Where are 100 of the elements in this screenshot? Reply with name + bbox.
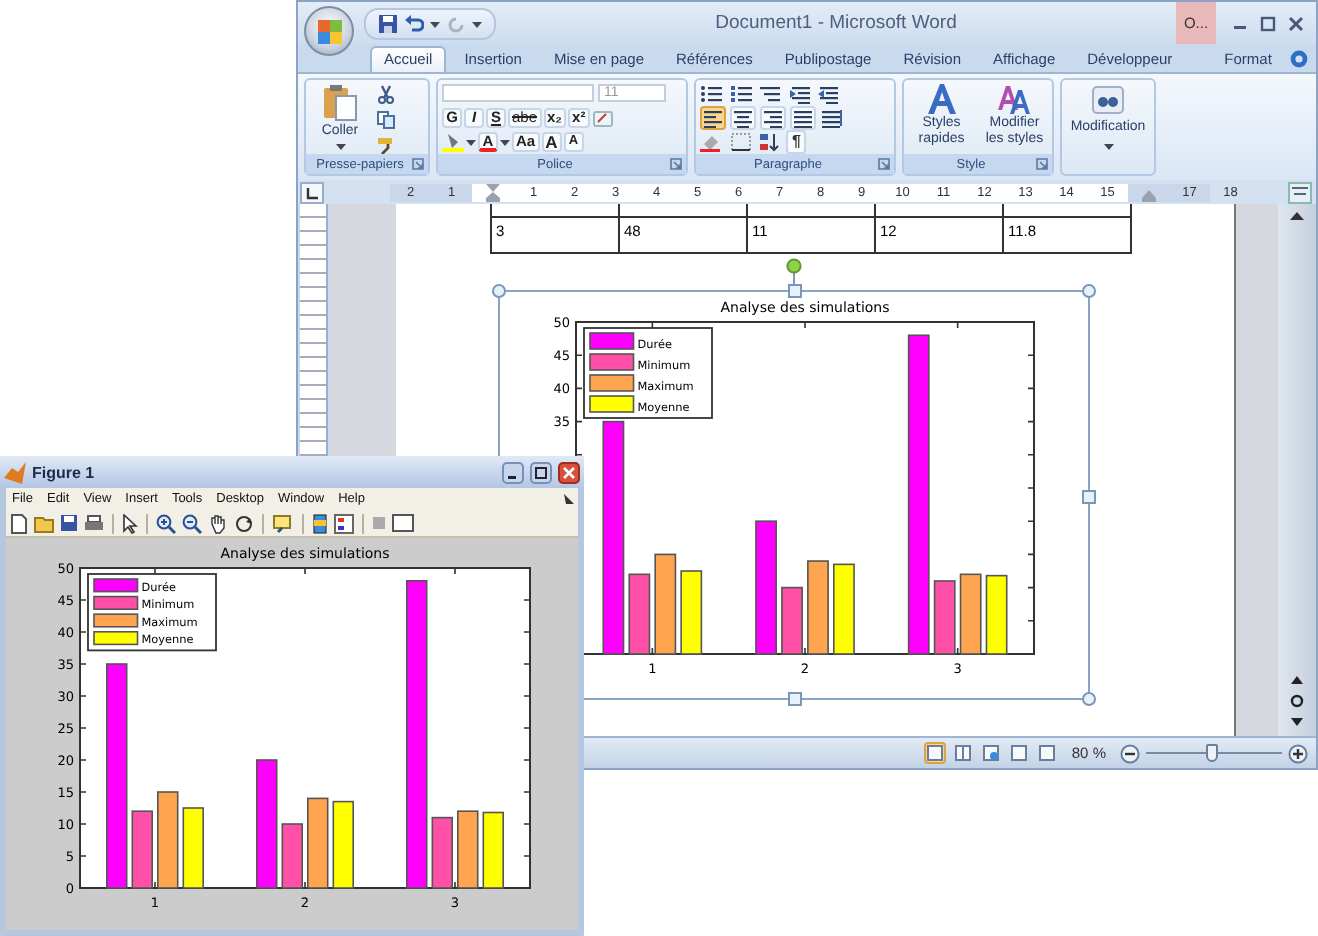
window-title: Document1 - Microsoft Word [713,12,959,34]
chart-bar [332,800,354,889]
zoom-out-icon[interactable] [1120,743,1140,763]
caret-icon[interactable] [466,137,476,145]
web-layout-icon[interactable] [981,744,1000,762]
shading-icon[interactable] [700,131,724,151]
show-formatting-button[interactable]: ¶ [786,129,807,153]
line-spacing-icon[interactable] [820,107,844,127]
pointer-icon[interactable] [122,513,138,533]
binoculars-icon[interactable] [1092,86,1124,114]
chart-bar [482,811,504,889]
chart-bar [307,797,329,889]
show-tools-icon[interactable] [392,514,414,532]
undo-icon[interactable] [404,13,424,33]
dialog-launcher-icon[interactable] [670,158,682,170]
chart-bar [157,791,179,889]
caret-icon[interactable] [1103,142,1113,150]
office-logo-icon [315,17,343,45]
resize-handle[interactable] [1082,691,1096,705]
chart-bar [807,559,829,654]
previous-page-icon[interactable] [1290,674,1304,686]
align-center-icon[interactable] [732,107,754,127]
scissors-icon[interactable] [376,84,396,104]
browse-object-icon[interactable] [1290,694,1304,708]
rotate-handle[interactable] [786,257,802,289]
highlight-icon[interactable] [442,131,464,151]
caret-icon[interactable] [335,142,345,150]
font-name-field[interactable] [442,84,594,102]
chart-bar [182,807,204,889]
chart-bar [781,585,803,654]
zoom-in-icon[interactable] [156,513,176,533]
grow-font-button[interactable]: A [541,131,562,151]
dialog-launcher-icon[interactable] [1036,158,1048,170]
chart-bar [457,810,479,889]
decrease-indent-icon[interactable] [790,83,812,103]
dialog-launcher-icon[interactable] [878,158,890,170]
outline-icon[interactable] [1009,744,1028,762]
chart-bar [833,562,855,654]
caret-icon[interactable] [500,137,510,145]
chart-bar [256,759,278,889]
scroll-up-icon[interactable] [1288,208,1306,224]
indent-marker-icon[interactable] [485,183,500,201]
chart-bar [933,579,956,654]
scrollbar[interactable] [1278,204,1316,736]
chart-bar [985,573,1008,654]
office-button[interactable] [304,6,354,56]
dock-arrow-icon[interactable] [564,494,574,504]
minimize-icon[interactable] [502,461,524,483]
resize-handle[interactable] [492,283,506,297]
print-icon[interactable] [84,513,104,533]
align-left-icon[interactable] [702,107,724,127]
zoom-out-icon[interactable] [182,513,202,533]
tab-stop-icon[interactable] [302,183,322,201]
save-icon[interactable] [60,514,78,532]
copy-icon[interactable] [376,110,396,130]
next-page-icon[interactable] [1290,716,1304,728]
help-icon[interactable] [1290,49,1308,67]
multilevel-list-icon[interactable] [760,83,784,103]
increase-indent-icon[interactable] [818,83,840,103]
window-title: Figure 1 [32,463,97,481]
resize-handle[interactable] [788,691,802,705]
reading-layout-icon[interactable] [953,744,972,762]
zoom-slider-thumb[interactable] [1205,744,1218,762]
close-icon[interactable] [558,461,580,483]
styles-icon[interactable] [923,82,960,116]
resize-handle[interactable] [788,283,802,297]
close-icon[interactable] [1288,15,1304,31]
borders-icon[interactable] [730,131,752,151]
view-ruler-icon[interactable] [1288,181,1312,203]
rotate-3d-icon[interactable] [234,513,254,533]
chart-bar [131,810,153,889]
resize-handle[interactable] [1082,283,1096,297]
dialog-launcher-icon[interactable] [412,158,424,170]
hand-icon[interactable] [208,513,228,533]
paste-icon[interactable] [320,82,360,122]
maximize-icon[interactable] [530,461,552,483]
maximize-icon[interactable] [1260,15,1276,31]
zoom-in-icon[interactable] [1288,743,1308,763]
chart-bar [680,569,703,654]
new-file-icon[interactable] [10,513,28,533]
clear-formatting-icon[interactable] [591,107,614,127]
numbering-icon[interactable] [730,83,754,103]
data-cursor-icon[interactable] [272,513,294,533]
save-icon[interactable] [378,13,398,33]
print-layout-icon[interactable] [925,744,944,762]
bullets-icon[interactable] [700,83,724,103]
format-painter-icon[interactable] [376,136,396,156]
caret-icon[interactable] [472,19,482,27]
draft-icon[interactable] [1037,744,1056,762]
colorbar-icon[interactable] [312,513,328,533]
align-right-icon[interactable] [762,107,784,127]
caret-icon[interactable] [430,19,440,27]
justify-icon[interactable] [792,107,814,127]
chart-bar [628,572,651,654]
chart-bar [654,552,677,654]
legend-icon[interactable] [334,513,354,533]
matlab-icon [4,461,26,483]
change-styles-icon[interactable] [996,82,1033,116]
resize-handle[interactable] [1082,489,1096,503]
sort-icon[interactable] [758,131,780,151]
